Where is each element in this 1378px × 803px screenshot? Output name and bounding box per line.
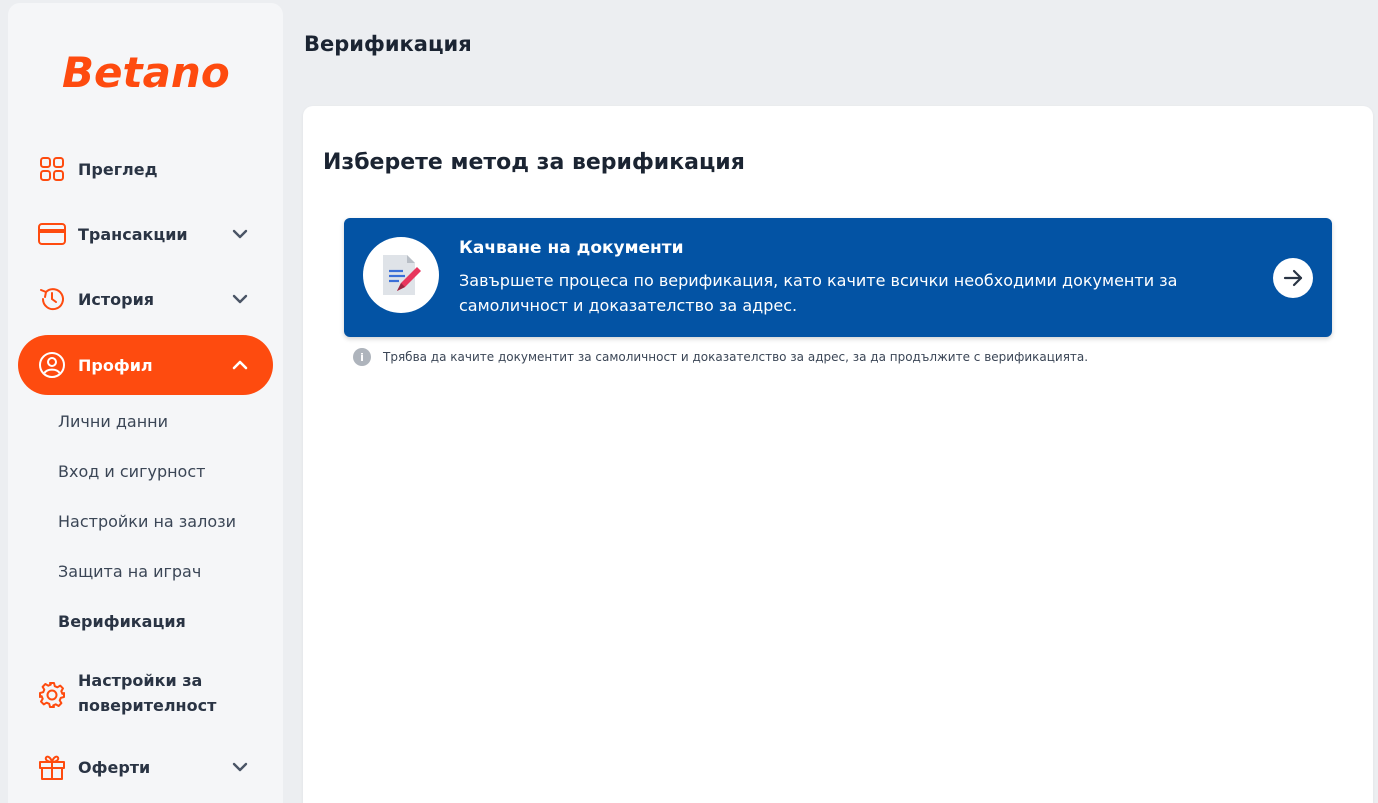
card-description: Завършете процеса по верификация, като к…: [459, 271, 1178, 315]
card-title: Качване на документи: [459, 238, 684, 258]
nav-label: История: [78, 289, 155, 309]
info-icon: i: [353, 348, 371, 366]
verification-panel: Изберете метод за верификация Качване на…: [303, 106, 1373, 803]
upload-documents-card[interactable]: Качване на документи Завършете процеса п…: [344, 218, 1332, 337]
credit-card-icon: [38, 220, 66, 248]
user-circle-icon: [38, 351, 66, 379]
info-note: i Трябва да качите документит за самолич…: [353, 348, 1088, 366]
arrow-right-icon[interactable]: [1273, 258, 1313, 298]
gift-icon: [38, 753, 66, 781]
nav-label: Трансакции: [78, 224, 188, 244]
nav-item-privacy-settings[interactable]: Настройки за поверителност: [18, 664, 273, 722]
history-icon: [38, 285, 66, 313]
nav-item-transactions[interactable]: Трансакции: [18, 204, 273, 264]
sub-item-personal-data[interactable]: Лични данни: [58, 412, 168, 431]
sub-item-login-security[interactable]: Вход и сигурност: [58, 462, 205, 481]
betano-logo[interactable]: Betano: [60, 47, 235, 95]
grid-icon: [38, 155, 66, 183]
nav-label: Преглед: [78, 159, 158, 179]
chevron-down-icon[interactable]: [230, 289, 250, 309]
chevron-up-icon[interactable]: [230, 355, 250, 375]
nav-item-profile[interactable]: Профил: [18, 335, 273, 395]
section-heading: Изберете метод за верификация: [323, 150, 745, 175]
logo-text: Betano: [62, 48, 230, 95]
chevron-down-icon[interactable]: [230, 224, 250, 244]
nav-item-history[interactable]: История: [18, 269, 273, 329]
sub-item-verification[interactable]: Верификация: [58, 612, 186, 631]
nav-item-offers[interactable]: Оферти: [18, 737, 273, 797]
sidebar: Betano Преглед Трансакции История Профил…: [8, 3, 283, 803]
gear-icon: [38, 681, 66, 709]
nav-label: Настройки за поверителност: [78, 671, 217, 715]
page-title: Верификация: [304, 32, 472, 56]
nav-item-overview[interactable]: Преглед: [18, 139, 273, 199]
nav-label: Профил: [78, 355, 153, 375]
nav-label: Оферти: [78, 757, 151, 777]
document-pen-icon: [363, 237, 439, 313]
sub-item-player-protection[interactable]: Защита на играч: [58, 562, 201, 581]
info-text: Трябва да качите документит за самолично…: [383, 350, 1089, 364]
sub-item-bet-settings[interactable]: Настройки на залози: [58, 512, 236, 531]
chevron-down-icon[interactable]: [230, 757, 250, 777]
